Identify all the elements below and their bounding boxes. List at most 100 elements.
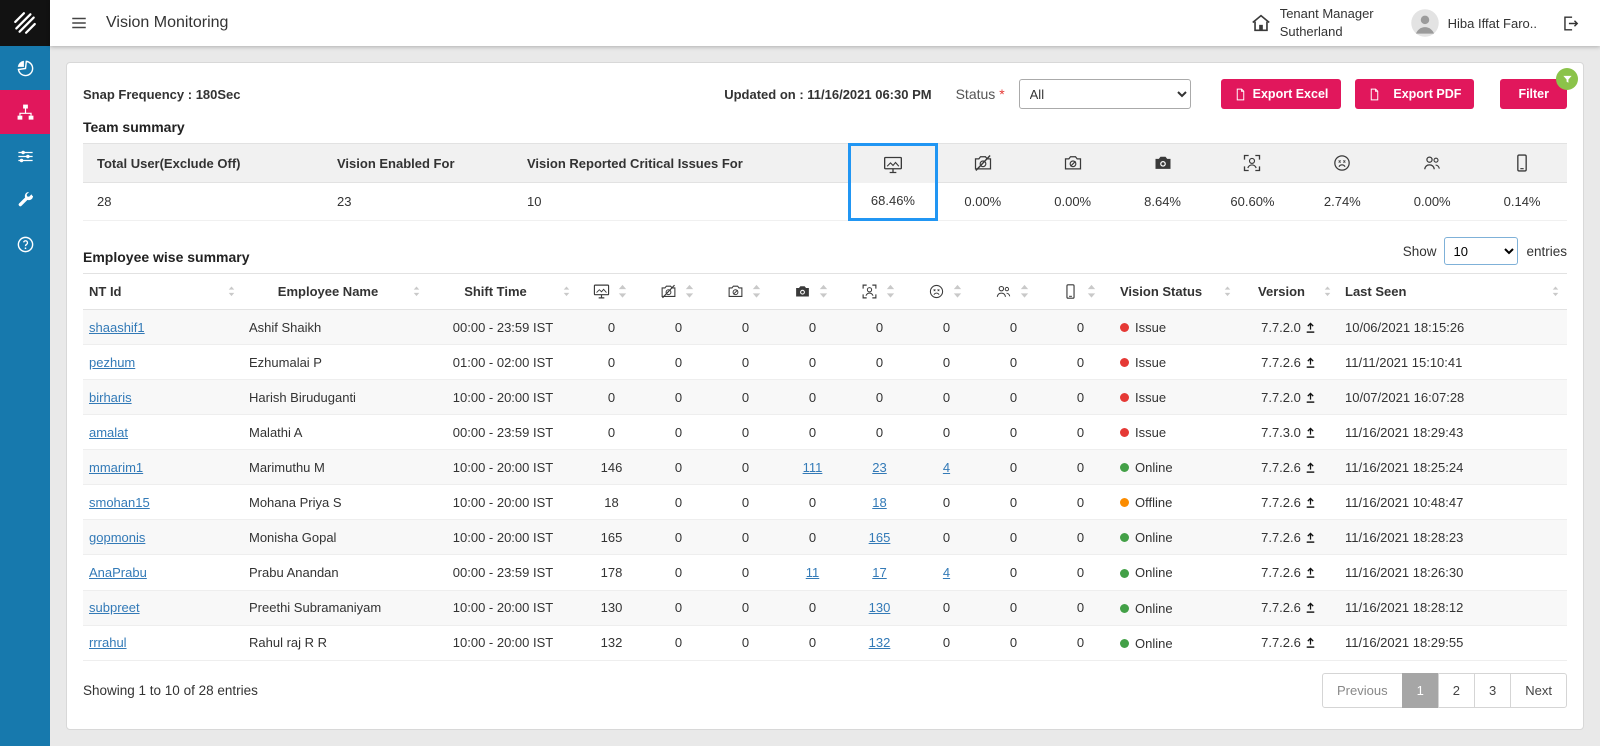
cell-count: 0 [1047,379,1114,416]
logout-button[interactable] [1559,12,1582,35]
face-scan-icon [1242,153,1262,173]
status-text: Issue [1135,425,1167,441]
cell-nt-id: subpreet [83,590,243,626]
count-link[interactable]: 4 [943,565,950,580]
status-dot [1120,428,1129,438]
column-header-last-seen[interactable]: Last Seen [1339,273,1567,310]
status-select[interactable]: All [1018,79,1191,109]
cell-employee-name: Mohana Priya S [243,484,428,521]
nt-id-link[interactable]: birharis [89,390,132,405]
cell-last-seen: 10/07/2021 16:07:28 [1339,379,1567,416]
version-upgrade-icon[interactable] [1304,496,1317,509]
pagination-3[interactable]: 3 [1474,672,1512,708]
excel-file-icon [1234,88,1247,101]
cell-shift-time: 01:00 - 02:00 IST [428,344,578,381]
status-text: Issue [1135,355,1167,371]
count-link[interactable]: 17 [872,565,886,580]
hamburger-menu-button[interactable] [68,12,90,34]
nt-id-link[interactable]: amalat [89,425,128,440]
column-header-version[interactable]: Version [1239,273,1339,310]
team-summary-percentage: 0.14% [1477,183,1567,221]
nt-id-link[interactable]: mmarim1 [89,460,143,475]
team-summary-percentage: 0.00% [1027,183,1118,221]
pagination-previous[interactable]: Previous [1321,672,1403,708]
count-link[interactable]: 111 [803,460,823,475]
nt-id-link[interactable]: AnaPrabu [89,565,147,580]
cell-version: 7.7.3.0 [1239,414,1339,451]
cell-last-seen: 11/16/2021 10:48:47 [1339,484,1567,521]
export-excel-button[interactable]: Export Excel [1220,79,1342,109]
cell-count: 0 [712,344,779,381]
version-upgrade-icon[interactable] [1304,531,1317,544]
column-header-face-issue[interactable] [913,273,980,310]
count-link[interactable]: 130 [869,600,891,615]
nt-id-link[interactable]: subpreet [89,600,140,615]
sidebar-item-help[interactable] [0,222,50,266]
version-upgrade-icon[interactable] [1304,601,1317,614]
status-text: Issue [1135,390,1167,406]
count-link[interactable]: 18 [872,495,886,510]
hamburger-icon [70,14,88,32]
version-upgrade-icon[interactable] [1304,391,1317,404]
sort-icon [1016,283,1033,300]
column-header-camera-disabled[interactable] [645,273,712,310]
nt-id-link[interactable]: smohan15 [89,495,150,510]
pagination-next[interactable]: Next [1510,672,1567,708]
version-upgrade-icon[interactable] [1304,566,1317,579]
nt-id-link[interactable]: shaashif1 [89,320,145,335]
sidebar-item-settings[interactable] [0,134,50,178]
cell-count: 132 [578,625,645,661]
version-upgrade-icon[interactable] [1304,461,1317,474]
column-header-mobile[interactable] [1047,273,1114,310]
cell-count: 0 [913,484,980,521]
count-link[interactable]: 165 [869,530,891,545]
column-header-face-scan[interactable] [846,273,913,310]
camera-unavailable-icon [727,283,744,300]
nt-id-link[interactable]: rrrahul [89,635,127,650]
employee-table-header-row: NT Id Employee Name Shift Time Vision Statu… [83,273,1567,310]
column-header-multiple-persons[interactable] [980,273,1047,310]
tenant-block[interactable]: Tenant Manager Sutherland [1250,5,1374,40]
column-header-monitor-snapshot[interactable] [578,273,645,310]
sidebar [0,0,50,746]
cell-nt-id: gopmonis [83,519,243,556]
count-link[interactable]: 23 [872,460,886,475]
team-summary-value-row: 28 23 10 68.46% 0.00% 0.00% 8.64% 60.60% 2.74% 0.… [83,183,1567,221]
column-header-shift-time[interactable]: Shift Time [428,273,578,310]
column-header-employee-name[interactable]: Employee Name [243,273,428,310]
sidebar-item-vision-monitoring[interactable] [0,90,50,134]
cell-count: 0 [712,484,779,521]
employee-row: subpreet Preethi Subramaniyam 10:00 - 20:0… [83,590,1567,626]
count-link[interactable]: 11 [806,565,820,580]
cell-count: 0 [980,344,1047,381]
column-header-vision-status[interactable]: Vision Status [1114,273,1239,310]
cell-nt-id: pezhum [83,344,243,381]
cell-vision-status: Online [1114,554,1239,591]
pagination-2[interactable]: 2 [1437,672,1476,708]
pagination-1[interactable]: 1 [1401,672,1439,708]
count-link[interactable]: 132 [869,635,891,650]
sidebar-item-dashboard[interactable] [0,46,50,90]
column-label: NT Id [89,284,122,299]
column-header-nt-id[interactable]: NT Id [83,273,243,310]
nt-id-link[interactable]: gopmonis [89,530,145,545]
cell-count: 0 [645,379,712,416]
count-link[interactable]: 4 [943,460,950,475]
cell-count: 0 [712,625,779,661]
column-header-camera-capture[interactable] [779,273,846,310]
nt-id-link[interactable]: pezhum [89,355,135,370]
page-size-select[interactable]: 10 [1444,237,1519,265]
team-summary-icon-header [1297,143,1388,183]
sort-icon [1550,285,1561,298]
column-header-camera-unavailable[interactable] [712,273,779,310]
version-upgrade-icon[interactable] [1304,426,1317,439]
version-upgrade-icon[interactable] [1304,356,1317,369]
employee-row: birharis Harish Biruduganti 10:00 - 20:00 … [83,379,1567,416]
version-upgrade-icon[interactable] [1304,636,1317,649]
filter-button[interactable]: Filter [1500,68,1578,109]
avatar[interactable] [1410,8,1440,38]
version-upgrade-icon[interactable] [1304,321,1317,334]
export-pdf-button[interactable]: Export PDF [1355,79,1475,109]
column-label: Vision Status [1120,284,1203,299]
sidebar-item-tools[interactable] [0,178,50,222]
